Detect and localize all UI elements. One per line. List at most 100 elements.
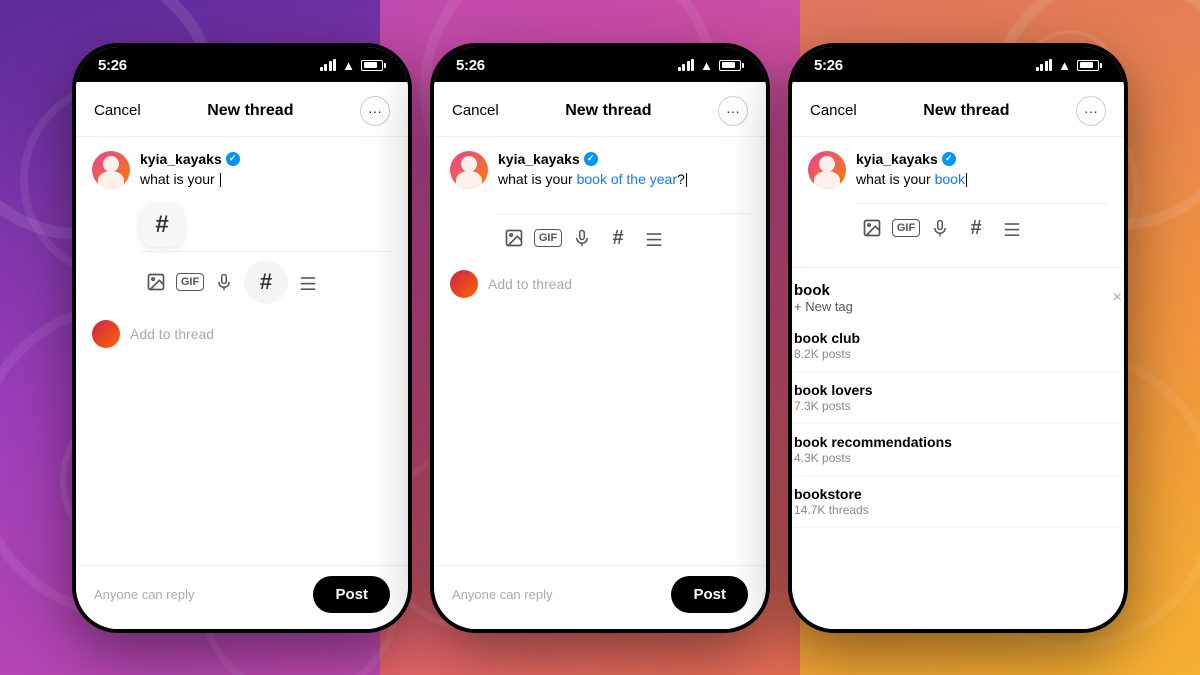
- person-body-3: [814, 171, 840, 189]
- status-bar-1: 5:26 ▲: [76, 47, 408, 82]
- dropdown-item-count-0: 8.2K posts: [794, 347, 1122, 361]
- username-row-1: kyia_kayaks ✓: [140, 151, 240, 167]
- app-area-1: Cancel New thread ···: [76, 82, 408, 629]
- image-icon-2[interactable]: [498, 222, 530, 254]
- dropdown-item-name-0: book club: [794, 330, 1122, 346]
- thread-content-1: kyia_kayaks ✓ what is your #: [76, 137, 408, 565]
- hashtag-icon-2[interactable]: #: [602, 222, 634, 254]
- signal-bars-2: [678, 59, 695, 71]
- username-row-2: kyia_kayaks ✓: [498, 151, 687, 167]
- avatar-1: [92, 151, 130, 189]
- app-area-2: Cancel New thread ···: [434, 82, 766, 629]
- signal-bars-3: [1036, 59, 1053, 71]
- username-1: kyia_kayaks: [140, 151, 222, 167]
- battery-icon-1: [361, 60, 386, 71]
- verified-badge-3: ✓: [942, 152, 956, 166]
- phone-footer-1: Anyone can reply Post: [76, 565, 408, 629]
- cancel-button-3[interactable]: Cancel: [810, 102, 857, 119]
- dropdown-main-tag[interactable]: book: [794, 282, 853, 299]
- thread-text-1: what is your: [140, 170, 240, 190]
- toolbar-2: GIF #: [498, 213, 750, 262]
- phone-1-inner: 5:26 ▲ Cancel New thread: [76, 47, 408, 629]
- avatar-person-2: [450, 151, 488, 189]
- status-icons-2: ▲: [678, 58, 744, 73]
- reply-label-2: Anyone can reply: [452, 587, 552, 602]
- user-row-2: kyia_kayaks ✓ what is your book of the y…: [450, 151, 750, 190]
- dropdown-item-name-3: bookstore: [794, 486, 1122, 502]
- list-icon-2[interactable]: [638, 222, 670, 254]
- more-icon-3: ···: [1084, 103, 1098, 119]
- cancel-button-1[interactable]: Cancel: [94, 102, 141, 119]
- verified-badge-1: ✓: [226, 152, 240, 166]
- user-info-2: kyia_kayaks ✓ what is your book of the y…: [498, 151, 687, 190]
- cursor-3: [966, 173, 968, 187]
- thread-text-highlight-3: book: [935, 171, 965, 187]
- battery-icon-3: [1077, 60, 1102, 71]
- gif-icon-3[interactable]: GIF: [892, 219, 920, 237]
- dropdown-item-count-1: 7.3K posts: [794, 399, 1122, 413]
- mic-icon-2[interactable]: [566, 222, 598, 254]
- status-bar-3: 5:26 ▲: [792, 47, 1124, 82]
- cursor-2: [686, 173, 688, 187]
- nav-title-3: New thread: [923, 102, 1009, 120]
- list-icon-1[interactable]: [292, 266, 324, 298]
- image-icon-1[interactable]: [140, 266, 172, 298]
- signal-bars-1: [320, 59, 337, 71]
- mic-icon-3[interactable]: [924, 212, 956, 244]
- thread-content-3: kyia_kayaks ✓ what is your book: [792, 137, 1124, 629]
- username-2: kyia_kayaks: [498, 151, 580, 167]
- more-button-3[interactable]: ···: [1076, 96, 1106, 126]
- gif-icon-2[interactable]: GIF: [534, 229, 562, 247]
- hashtag-bubble: #: [140, 203, 184, 247]
- toolbar-3: GIF #: [856, 203, 1108, 252]
- avatar-person-3: [808, 151, 846, 189]
- cancel-button-2[interactable]: Cancel: [452, 102, 499, 119]
- dropdown-item-0[interactable]: book club 8.2K posts: [792, 320, 1124, 372]
- reply-label-1: Anyone can reply: [94, 587, 194, 602]
- dropdown-item-2[interactable]: book recommendations 4.3K posts: [792, 424, 1124, 476]
- image-icon-3[interactable]: [856, 212, 888, 244]
- post-button-1[interactable]: Post: [313, 576, 390, 613]
- hashtag-icon-1[interactable]: #: [244, 260, 288, 304]
- add-thread-row-2: Add to thread: [450, 262, 750, 306]
- dropdown-item-name-2: book recommendations: [794, 434, 1122, 450]
- phones-wrapper: 5:26 ▲ Cancel New thread: [0, 0, 1200, 675]
- person-head-1: [103, 156, 119, 172]
- dropdown-close-icon[interactable]: ×: [1113, 289, 1122, 307]
- thread-text-after-2: ?: [677, 171, 685, 187]
- dropdown-item-1[interactable]: book lovers 7.3K posts: [792, 372, 1124, 424]
- dropdown-header-3: book + New tag ×: [792, 268, 1124, 320]
- dropdown-item-count-2: 4.3K posts: [794, 451, 1122, 465]
- person-body-2: [456, 171, 482, 189]
- status-time-1: 5:26: [98, 57, 127, 74]
- gif-icon-1[interactable]: GIF: [176, 273, 204, 291]
- battery-icon-2: [719, 60, 744, 71]
- nav-bar-2: Cancel New thread ···: [434, 82, 766, 137]
- nav-title-2: New thread: [565, 102, 651, 120]
- phone-3: 5:26 ▲ Cancel New thread: [788, 43, 1128, 633]
- hashtag-symbol: #: [155, 211, 168, 239]
- dropdown-tag-info: book + New tag: [794, 282, 853, 314]
- thread-text-highlight-2: book of the year: [577, 171, 677, 187]
- mic-icon-1[interactable]: [208, 266, 240, 298]
- user-row-3: kyia_kayaks ✓ what is your book: [808, 151, 1108, 190]
- phone-3-inner: 5:26 ▲ Cancel New thread: [792, 47, 1124, 629]
- tag-dropdown-3: book + New tag × book club 8.2K posts bo…: [792, 267, 1124, 528]
- phone-footer-2: Anyone can reply Post: [434, 565, 766, 629]
- more-icon-1: ···: [368, 103, 382, 119]
- dropdown-item-3[interactable]: bookstore 14.7K threads: [792, 476, 1124, 528]
- post-button-2[interactable]: Post: [671, 576, 748, 613]
- nav-bar-1: Cancel New thread ···: [76, 82, 408, 137]
- avatar-2: [450, 151, 488, 189]
- list-icon-3[interactable]: [996, 212, 1028, 244]
- phone-1: 5:26 ▲ Cancel New thread: [72, 43, 412, 633]
- add-thread-text-1[interactable]: Add to thread: [130, 326, 214, 342]
- more-button-2[interactable]: ···: [718, 96, 748, 126]
- phone-2: 5:26 ▲ Cancel New thread: [430, 43, 770, 633]
- hashtag-icon-3[interactable]: #: [960, 212, 992, 244]
- status-icons-1: ▲: [320, 58, 386, 73]
- add-thread-text-2[interactable]: Add to thread: [488, 276, 572, 292]
- more-button-1[interactable]: ···: [360, 96, 390, 126]
- user-row-1: kyia_kayaks ✓ what is your: [92, 151, 392, 190]
- dropdown-new-tag[interactable]: + New tag: [794, 299, 853, 314]
